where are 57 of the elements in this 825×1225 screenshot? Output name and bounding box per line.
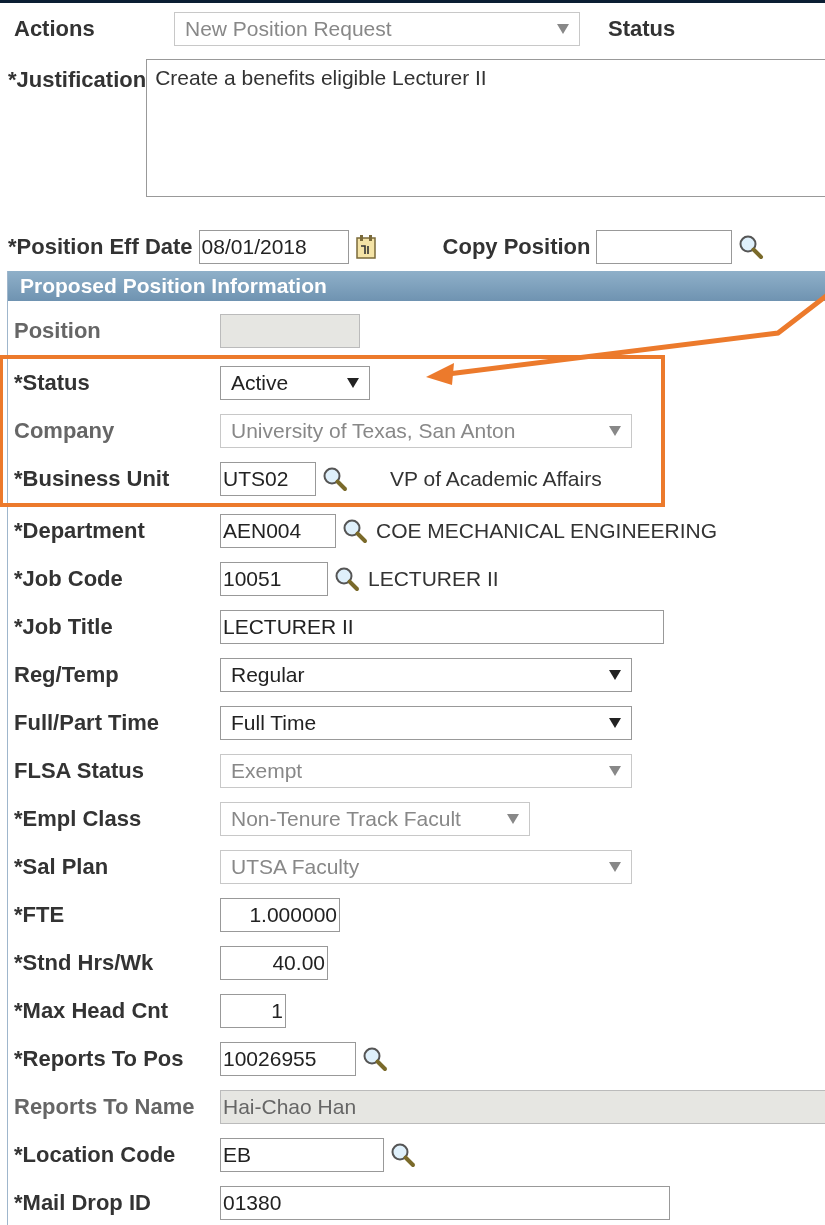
field-label: *Location Code — [14, 1142, 176, 1167]
field-label: Full/Part Time — [14, 710, 160, 735]
readonly-field: Hai-Chao Han — [220, 1090, 825, 1124]
calendar-icon[interactable] — [354, 234, 377, 260]
search-icon[interactable] — [334, 566, 360, 592]
text-area[interactable]: Create a benefits eligible Lecturer II — [146, 59, 825, 197]
field-description: VP of Academic Affairs — [390, 467, 602, 491]
input-field[interactable]: LECTURER II — [220, 610, 664, 644]
field-label: *Max Head Cnt — [14, 998, 169, 1023]
field-label: *Job Code — [14, 566, 123, 591]
caret-icon — [507, 814, 519, 824]
field-label: *Reports To Pos — [14, 1046, 184, 1071]
search-icon[interactable] — [390, 1142, 416, 1168]
search-icon[interactable] — [362, 1046, 388, 1072]
field-label: Position — [14, 318, 101, 343]
field-label: *FTE — [14, 902, 65, 927]
caret-icon — [557, 24, 569, 34]
search-icon[interactable] — [342, 518, 368, 544]
field-label: *Empl Class — [14, 806, 142, 831]
date-field[interactable]: 08/01/2018 — [198, 230, 349, 264]
input-field[interactable]: EB — [220, 1138, 384, 1172]
input-field[interactable]: 40.00 — [220, 946, 328, 980]
field-label: *Department — [14, 518, 145, 543]
input-field[interactable]: 10051 — [220, 562, 328, 596]
caret-icon — [347, 378, 359, 388]
input-field[interactable]: 10026955 — [220, 1042, 356, 1076]
input-field[interactable]: AEN004 — [220, 514, 336, 548]
field-label: *Justification — [8, 67, 147, 92]
caret-icon — [609, 862, 621, 872]
field-label: *Business Unit — [14, 466, 170, 491]
caret-icon — [609, 670, 621, 680]
dropdown[interactable]: Full Time — [220, 706, 632, 740]
field-description: COE MECHANICAL ENGINEERING — [376, 519, 718, 543]
input-field[interactable] — [596, 230, 733, 264]
field-label: Reg/Temp — [14, 662, 119, 687]
field-label: *Position Eff Date — [8, 234, 193, 260]
section-header: Proposed Position Information — [8, 271, 825, 301]
dropdown[interactable]: Regular — [220, 658, 632, 692]
field-label: Reports To Name — [14, 1094, 195, 1119]
field-label: *Status — [14, 370, 90, 395]
field-label: *Mail Drop ID — [14, 1190, 151, 1215]
field-label: FLSA Status — [14, 758, 144, 783]
field-label: *Stnd Hrs/Wk — [14, 950, 154, 975]
field-label: *Sal Plan — [14, 854, 109, 879]
field-label: Actions — [14, 16, 95, 41]
field-label: Status — [608, 16, 676, 42]
caret-icon — [609, 426, 621, 436]
caret-icon — [609, 718, 621, 728]
field-description: LECTURER II — [368, 567, 499, 591]
input-field[interactable]: 1.000000 — [220, 898, 340, 932]
input-field[interactable]: 01380 — [220, 1186, 670, 1220]
search-icon[interactable] — [738, 234, 765, 260]
caret-icon — [609, 766, 621, 776]
input-field[interactable]: 1 — [220, 994, 286, 1028]
field-label: Company — [14, 418, 115, 443]
field-label: *Job Title — [14, 614, 113, 639]
field-label: Copy Position — [442, 234, 591, 260]
